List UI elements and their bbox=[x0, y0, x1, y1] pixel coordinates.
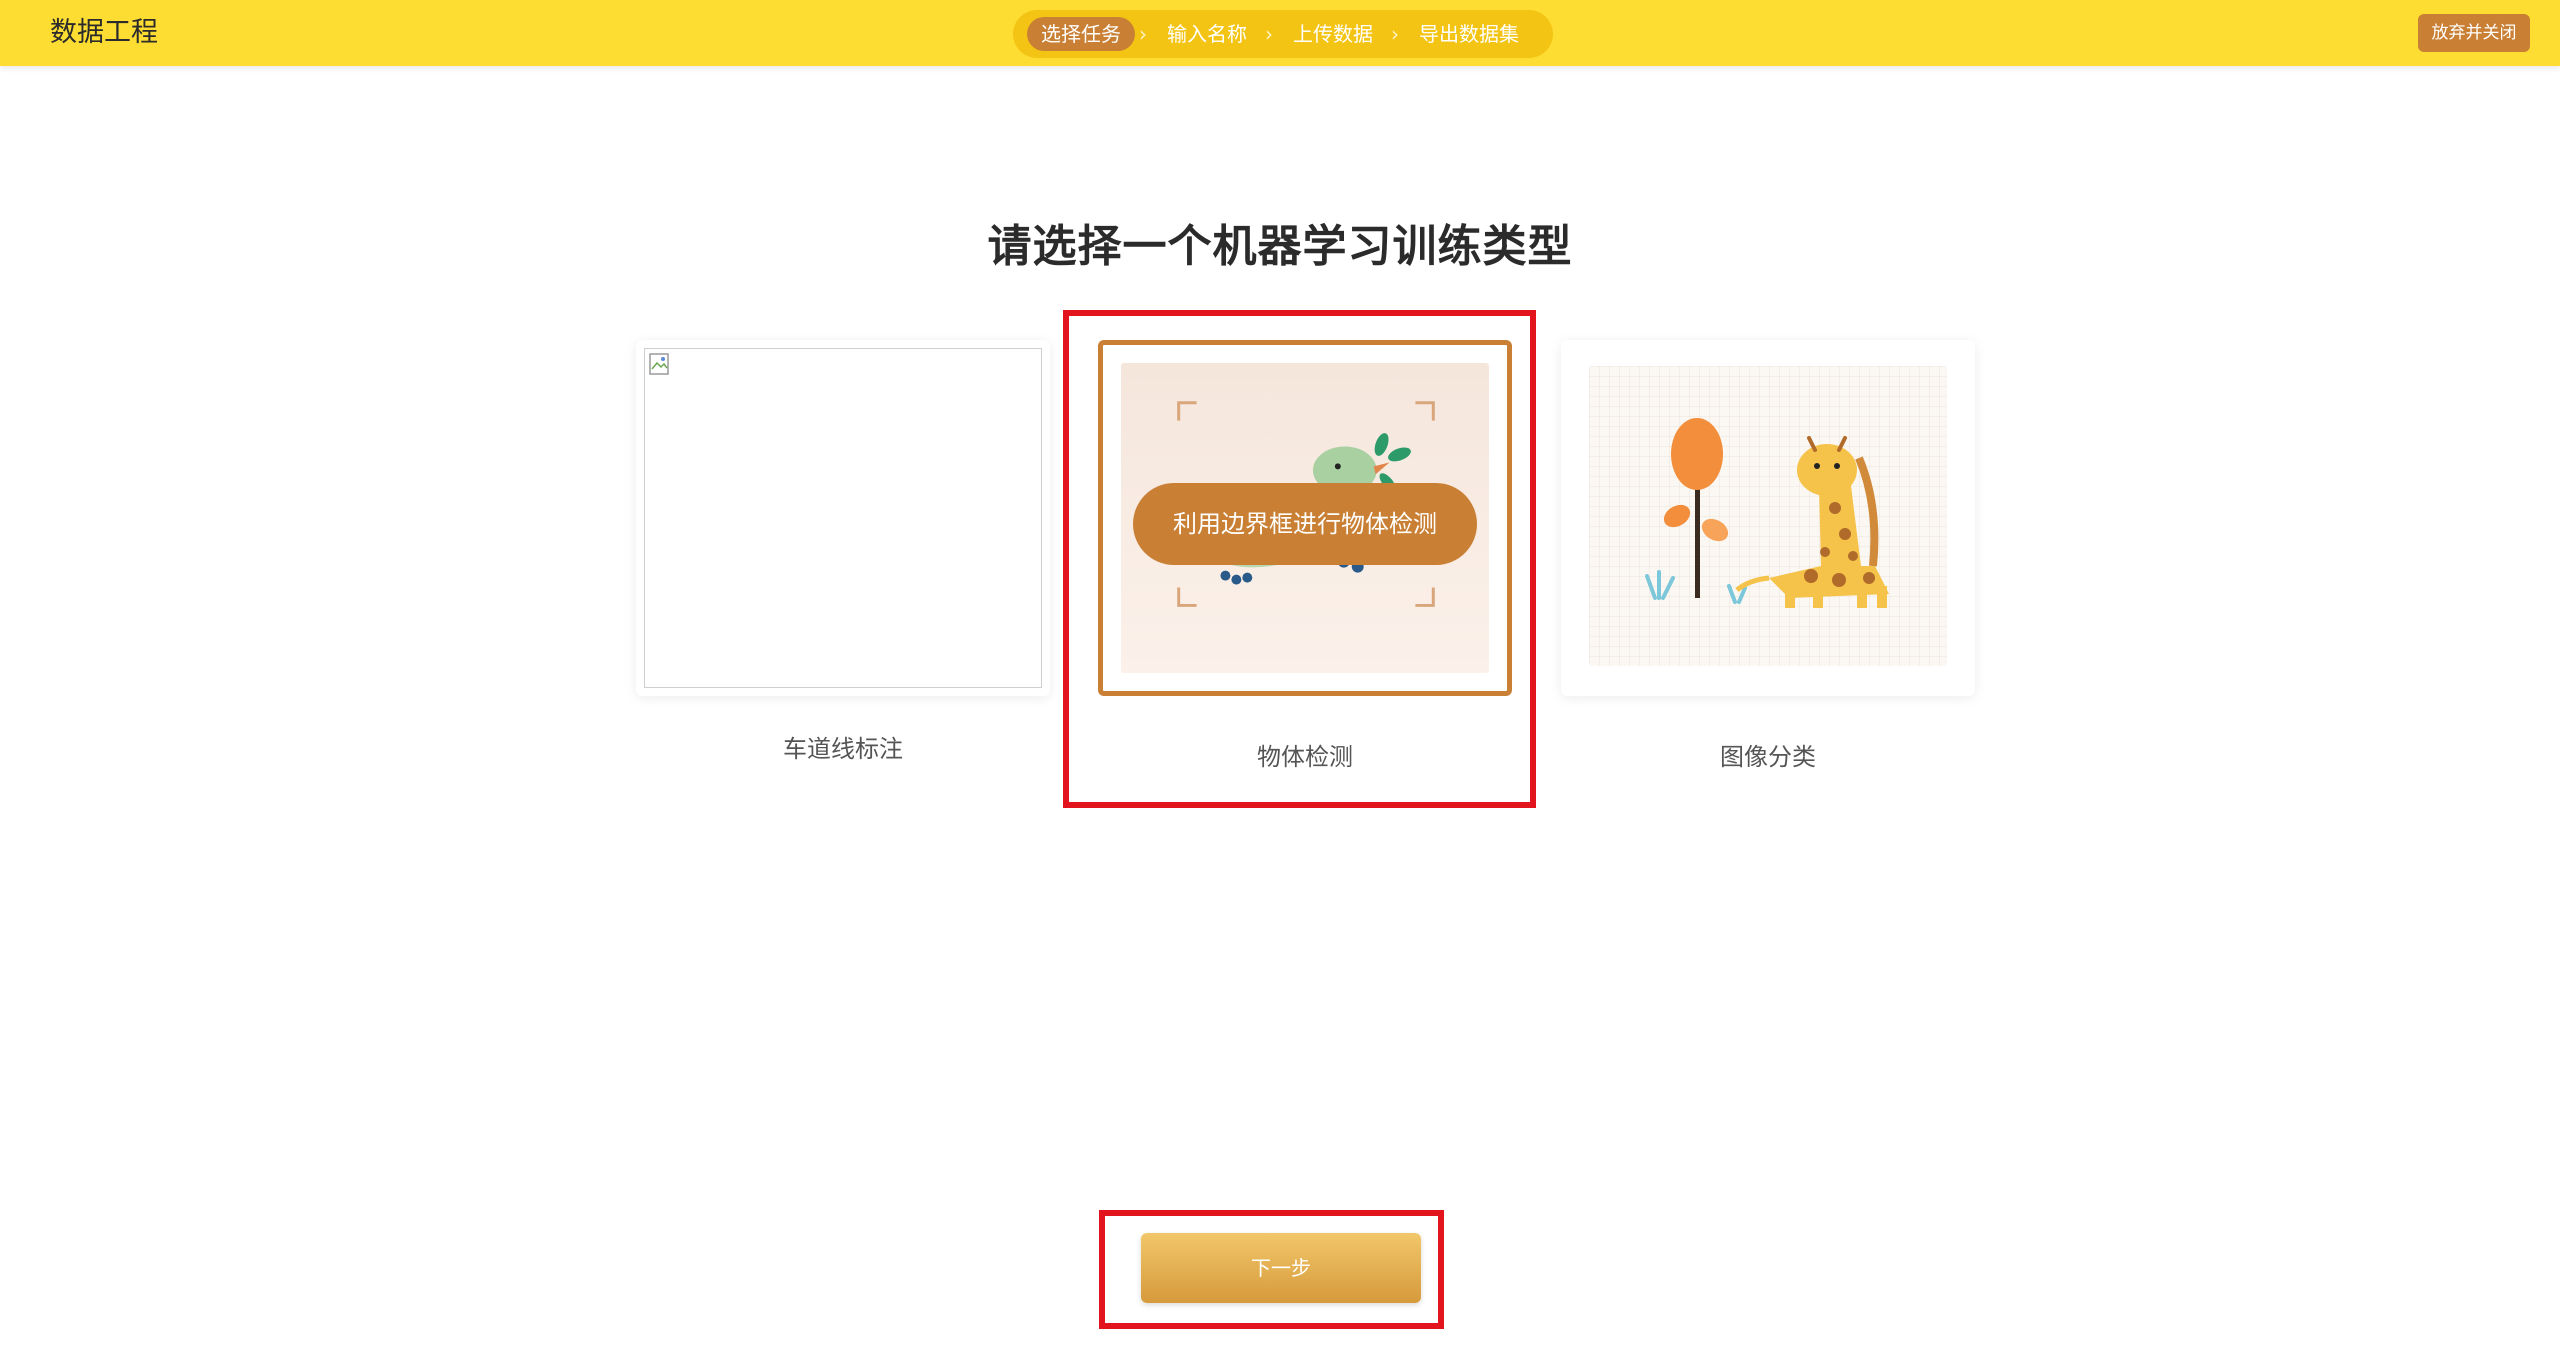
step-export-dataset[interactable]: 导出数据集 bbox=[1405, 17, 1533, 51]
task-card-image-classification[interactable] bbox=[1561, 340, 1975, 696]
task-card-lane-annotation[interactable] bbox=[636, 340, 1050, 696]
step-label: 选择任务 bbox=[1027, 17, 1135, 51]
step-label: 导出数据集 bbox=[1419, 22, 1519, 46]
chevron-right-icon: › bbox=[1265, 22, 1273, 46]
chevron-right-icon: › bbox=[1139, 22, 1147, 46]
step-select-task[interactable]: 选择任务 › bbox=[1027, 17, 1153, 51]
chevron-right-icon: › bbox=[1391, 22, 1399, 46]
next-step-button[interactable]: 下一步 bbox=[1141, 1233, 1421, 1303]
card-hover-description: 利用边界框进行物体检测 bbox=[1133, 483, 1477, 565]
card-image bbox=[644, 348, 1042, 688]
broken-image-icon bbox=[649, 353, 669, 375]
step-label: 上传数据 bbox=[1293, 22, 1373, 46]
task-stepper: 选择任务 › 输入名称 › 上传数据 › 导出数据集 bbox=[1013, 10, 1553, 58]
step-upload-data[interactable]: 上传数据 › bbox=[1279, 17, 1405, 51]
giraffe-tree-illustration-icon bbox=[1645, 418, 1889, 608]
discard-and-close-button[interactable]: 放弃并关闭 bbox=[2418, 14, 2530, 52]
task-card-object-detection[interactable]: 利用边界框进行物体检测 bbox=[1098, 340, 1512, 696]
card-caption: 物体检测 bbox=[1257, 743, 1353, 771]
step-enter-name[interactable]: 输入名称 › bbox=[1153, 17, 1279, 51]
step-label: 输入名称 bbox=[1167, 22, 1247, 46]
page-title: 请选择一个机器学习训练类型 bbox=[987, 221, 1573, 272]
top-bar: 数据工程 选择任务 › 输入名称 › 上传数据 › 导出数据集 放弃并关闭 bbox=[0, 0, 2560, 66]
app-title: 数据工程 bbox=[50, 17, 158, 48]
card-caption: 车道线标注 bbox=[783, 735, 903, 763]
card-image bbox=[1589, 366, 1947, 666]
card-caption: 图像分类 bbox=[1720, 743, 1816, 771]
